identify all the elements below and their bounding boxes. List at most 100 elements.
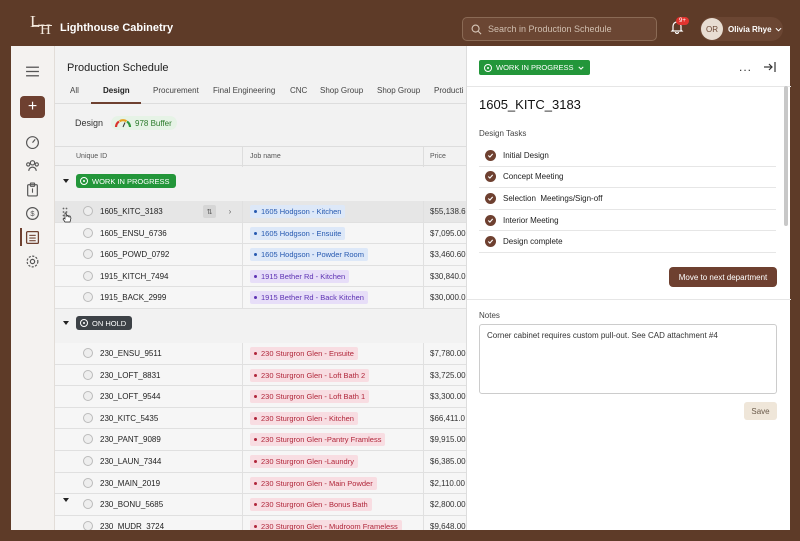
design-task-item[interactable]: Initial Design [479,145,776,167]
notes-textarea[interactable]: Corner cabinet requires custom pull-out.… [479,324,777,394]
brand-logo[interactable]: L H [30,12,54,38]
job-name-tag[interactable]: 230 Sturgron Glen - Loft Bath 2 [250,368,370,382]
buffer-value: 978 Buffer [135,118,172,128]
table-row[interactable]: 230_MUDR_3724 230 Sturgron Glen - Mudroom… [55,515,466,530]
expand-row-icon[interactable]: ⇅ [203,205,216,218]
job-name-tag[interactable]: 230 Sturgron Glen -Laundry [250,455,358,468]
row-checkbox[interactable] [83,369,93,380]
table-row[interactable]: 230_MAIN_2019 230 Sturgron Glen - Main Po… [55,472,466,495]
user-menu[interactable]: OR Olivia Rhye [700,17,783,41]
design-task-item[interactable]: Design complete [479,231,776,253]
design-task-item[interactable]: Concept Meeting [479,167,776,189]
dollar-circle-icon[interactable]: $ [25,206,40,221]
row-checkbox[interactable] [83,270,93,281]
job-name-tag[interactable]: 230 Sturgron Glen - Kitchen [250,411,358,425]
tab-procurement[interactable]: Procurement [153,86,199,95]
row-checkbox[interactable] [83,520,93,530]
tab-shop-group-2[interactable]: Shop Group [377,86,420,95]
table-row[interactable]: 1605_POWD_0792 1605 Hodgson - Powder Room… [55,244,466,266]
column-price[interactable]: Price [430,153,446,160]
users-icon[interactable] [25,158,40,173]
status-dropdown[interactable]: WORK IN PROGRESS [479,60,590,75]
job-name-tag[interactable]: 230 Sturgron Glen - Main Powder [250,476,377,490]
top-bar: L H Lighthouse Cabinetry 9+ OR Olivia Rh… [0,0,800,46]
tab-production[interactable]: Producti [434,86,463,95]
checked-circle-icon[interactable] [485,214,496,226]
dashboard-gauge-icon[interactable] [25,134,40,149]
row-checkbox[interactable] [83,434,93,445]
price-cell: $9,915.00 [430,435,466,445]
job-name-tag[interactable]: 1915 Bether Rd - Kitchen [250,269,350,283]
table-row[interactable]: 230_LOFT_8831 230 Sturgron Glen - Loft Ba… [55,364,466,387]
job-name-tag[interactable]: 1605 Hodgson - Powder Room [250,248,368,262]
checked-circle-icon[interactable] [485,149,496,161]
table-row[interactable]: 1605_ENSU_6736 1605 Hodgson - Ensuite $7,0… [55,222,466,245]
row-checkbox[interactable] [83,499,93,510]
schedule-icon[interactable] [25,230,40,245]
job-name-tag[interactable]: 230 Sturgron Glen - Bonus Bath [250,498,372,512]
price-cell: $3,300.00 [430,392,466,402]
table-row[interactable]: 230_ENSU_9511 230 Sturgron Glen - Ensuite… [55,343,466,365]
caret-down-icon[interactable] [63,320,69,326]
tab-shop-group-1[interactable]: Shop Group [320,86,363,95]
save-button[interactable]: Save [744,402,777,420]
row-checkbox[interactable] [83,292,93,303]
collapse-panel-icon[interactable] [763,61,777,73]
table-row[interactable]: 230_LAUN_7344 230 Sturgron Glen -Laundry $… [55,451,466,473]
gear-icon[interactable] [25,254,40,269]
table-row[interactable]: 230_KITC_5435 230 Sturgron Glen - Kitchen… [55,407,466,430]
department-header: Design 978 Buffer [75,116,177,130]
column-job-name[interactable]: Job name [250,153,281,160]
bullet-icon [254,503,257,507]
table-row[interactable]: 230_BONU_5685 230 Sturgron Glen - Bonus B… [55,494,466,516]
row-checkbox[interactable] [83,477,93,488]
job-name-tag[interactable]: 1605 Hodgson - Ensuite [250,226,346,240]
table-row[interactable]: 1915_KITCH_7494 1915 Bether Rd - Kitchen $… [55,265,466,288]
row-checkbox[interactable] [83,348,93,358]
design-task-item[interactable]: Selection Meetings/Sign-off [479,188,776,210]
group-header-on-hold[interactable]: ON HOLD [55,312,466,334]
row-checkbox[interactable] [83,456,93,466]
caret-down-icon[interactable] [63,178,69,184]
active-indicator [20,228,22,246]
design-task-item[interactable]: Interior Meeting [479,210,776,232]
group-header-work-in-progress[interactable]: WORK IN PROGRESS [55,170,466,192]
job-name-tag[interactable]: 230 Sturgron Glen - Ensuite [250,347,358,360]
search-box[interactable] [462,17,657,41]
price-cell: $66,411.0 [430,413,465,423]
tab-design[interactable]: Design [103,86,130,95]
job-name-tag[interactable]: 1605 Hodgson - Kitchen [250,205,346,218]
move-to-next-department-button[interactable]: Move to next department [669,267,777,287]
row-checkbox[interactable] [83,206,93,216]
row-checkbox[interactable] [83,227,93,238]
search-input[interactable] [488,24,648,34]
job-name-tag[interactable]: 230 Sturgron Glen -Pantry Framless [250,433,386,447]
caret-down-icon[interactable] [63,495,69,505]
row-checkbox[interactable] [83,391,93,402]
tab-cnc[interactable]: CNC [290,86,307,95]
chevron-right-icon[interactable]: › [225,205,235,218]
menu-icon[interactable] [25,64,40,79]
more-options-button[interactable]: ... [739,60,752,74]
job-name-tag[interactable]: 230 Sturgron Glen - Loft Bath 1 [250,390,370,404]
tab-final-engineering[interactable]: Final Engineering [213,86,275,95]
row-checkbox[interactable] [83,412,93,423]
table-row[interactable]: 1915_BACK_2999 1915 Bether Rd - Back Kitc… [55,287,466,309]
table-row[interactable]: 230_PANT_9089 230 Sturgron Glen -Pantry F… [55,429,466,451]
checked-circle-icon[interactable] [485,171,496,183]
job-name-tag[interactable]: 230 Sturgron Glen - Mudroom Frameless [250,519,402,530]
status-badge-label: WORK IN PROGRESS [92,176,170,186]
row-checkbox[interactable] [83,249,93,260]
checked-circle-icon[interactable] [485,192,496,204]
column-unique-id[interactable]: Unique ID [76,153,107,160]
add-button[interactable]: + [20,96,45,118]
checked-circle-icon[interactable] [485,236,496,248]
table-row[interactable]: 1605_KITC_3183 ⇅ › 1605 Hodgson - Kitchen $5… [55,201,466,223]
job-name-tag[interactable]: 1915 Bether Rd - Back Kitchen [250,291,368,305]
tab-all[interactable]: All [70,86,79,95]
job-id-title: 1605_KITC_3183 [479,97,581,112]
job-name-label: 230 Sturgron Glen - Loft Bath 1 [261,392,366,402]
table-row[interactable]: 230_LOFT_9544 230 Sturgron Glen - Loft Ba… [55,386,466,408]
clipboard-icon[interactable] [25,182,40,197]
scrollbar[interactable] [784,86,788,226]
